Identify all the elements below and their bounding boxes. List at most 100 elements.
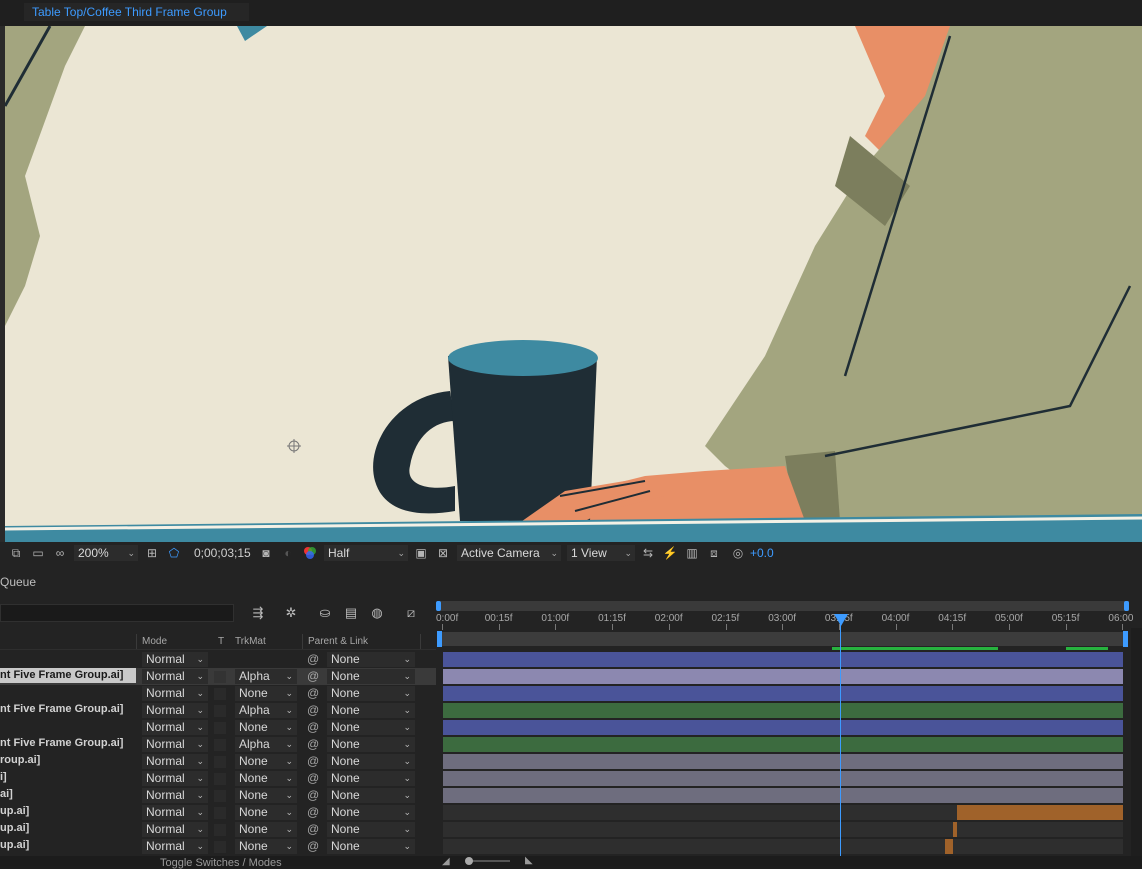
layer-row[interactable]: i] Normal ⌄ None ⌄ @ None ⌄ (0, 770, 436, 787)
frame-blending-icon[interactable]: ⛀ (316, 604, 334, 622)
layer-duration-bar[interactable] (443, 754, 1123, 769)
blend-mode-dropdown[interactable]: Normal ⌄ (142, 652, 208, 667)
preserve-transparency-checkbox[interactable] (214, 688, 226, 700)
draft-3d-icon[interactable]: ⇶ (249, 604, 267, 622)
blend-mode-dropdown[interactable]: Normal ⌄ (142, 669, 208, 684)
toggle-switches-modes-button[interactable]: Toggle Switches / Modes (160, 857, 282, 869)
preserve-transparency-checkbox[interactable] (214, 739, 226, 751)
blend-mode-dropdown[interactable]: Normal ⌄ (142, 839, 208, 854)
mask-visibility-icon[interactable]: ⬠ (166, 545, 182, 561)
vr-glasses-icon[interactable]: ∞ (52, 545, 68, 561)
layer-duration-bar[interactable] (443, 720, 1123, 735)
layer-duration-bar[interactable] (443, 703, 1123, 718)
layer-duration-bar[interactable] (443, 686, 1123, 701)
blend-mode-dropdown[interactable]: Normal ⌄ (142, 754, 208, 769)
layer-row[interactable]: Normal ⌄ None ⌄ @ None ⌄ (0, 685, 436, 702)
current-timecode[interactable]: 0;00;03;15 (194, 546, 251, 560)
preserve-transparency-checkbox[interactable] (214, 824, 226, 836)
blend-mode-dropdown[interactable]: Normal ⌄ (142, 805, 208, 820)
timeline-zoom-knob[interactable] (465, 857, 473, 865)
layer-row[interactable]: up.ai] Normal ⌄ None ⌄ @ None ⌄ (0, 838, 436, 855)
layer-name[interactable]: ai] (0, 788, 13, 800)
pick-whip-icon[interactable]: @ (307, 771, 319, 785)
preserve-transparency-checkbox[interactable] (214, 790, 226, 802)
shy-layers-icon[interactable]: ✲ (282, 604, 300, 622)
preserve-transparency-checkbox[interactable] (214, 756, 226, 768)
track-matte-dropdown[interactable]: None ⌄ (235, 839, 297, 854)
layer-duration-bar[interactable] (945, 839, 953, 854)
layer-search-input[interactable] (0, 604, 234, 622)
pick-whip-icon[interactable]: @ (307, 703, 319, 717)
parent-dropdown[interactable]: None ⌄ (327, 788, 415, 803)
time-navigator-end-handle[interactable] (1124, 601, 1129, 611)
layer-name[interactable]: up.ai] (0, 839, 29, 851)
current-time-indicator-line[interactable] (840, 618, 841, 858)
layer-duration-bar[interactable] (443, 669, 1123, 684)
parent-dropdown[interactable]: None ⌄ (327, 652, 415, 667)
layer-duration-bar[interactable] (443, 652, 1123, 667)
parent-dropdown[interactable]: None ⌄ (327, 839, 415, 854)
blend-mode-dropdown[interactable]: Normal ⌄ (142, 822, 208, 837)
reset-exposure-icon[interactable]: ⇆ (640, 545, 656, 561)
composition-viewer[interactable] (5, 26, 1142, 542)
time-navigator[interactable] (437, 601, 1129, 611)
track-matte-dropdown[interactable]: Alpha ⌄ (235, 703, 297, 718)
layer-row[interactable]: nt Five Frame Group.ai] Normal ⌄ Alpha ⌄ @ Non… (0, 702, 436, 719)
transparency-grid-icon[interactable]: ⊠ (435, 545, 451, 561)
timeline-scrollbar[interactable] (1131, 628, 1142, 866)
current-time-indicator-head[interactable] (834, 614, 848, 626)
track-matte-dropdown[interactable]: None ⌄ (235, 686, 297, 701)
pick-whip-icon[interactable]: @ (307, 754, 319, 768)
time-navigator-start-handle[interactable] (436, 601, 441, 611)
blend-mode-dropdown[interactable]: Normal ⌄ (142, 788, 208, 803)
layer-duration-bar[interactable] (953, 822, 957, 837)
trkmat-column-header[interactable]: TrkMat (235, 636, 266, 647)
track-matte-dropdown[interactable]: None ⌄ (235, 771, 297, 786)
parent-dropdown[interactable]: None ⌄ (327, 822, 415, 837)
timeline-zoom-slider[interactable] (470, 860, 510, 862)
monitor-icon[interactable]: ▭ (30, 545, 46, 561)
t-column-header[interactable]: T (218, 636, 224, 647)
work-area-bar[interactable] (440, 632, 1128, 646)
parent-dropdown[interactable]: None ⌄ (327, 686, 415, 701)
track-matte-dropdown[interactable]: None ⌄ (235, 822, 297, 837)
track-matte-dropdown[interactable]: None ⌄ (235, 720, 297, 735)
layer-row[interactable]: Normal ⌄ None ⌄ @ None ⌄ (0, 719, 436, 736)
zoom-out-icon[interactable]: ◢ (442, 856, 450, 867)
exposure-icon[interactable]: ◎ (730, 545, 746, 561)
layer-duration-bar[interactable] (443, 788, 1123, 803)
views-dropdown[interactable]: 1 View ⌄ (567, 545, 635, 561)
preserve-transparency-checkbox[interactable] (214, 705, 226, 717)
layer-duration-bar[interactable] (957, 805, 1123, 820)
resolution-dropdown[interactable]: Half ⌄ (324, 545, 408, 561)
layer-name[interactable]: up.ai] (0, 805, 29, 817)
preserve-transparency-checkbox[interactable] (214, 773, 226, 785)
pick-whip-icon[interactable]: @ (307, 788, 319, 802)
preserve-transparency-checkbox[interactable] (214, 841, 226, 853)
layer-row[interactable]: ai] Normal ⌄ None ⌄ @ None ⌄ (0, 787, 436, 804)
parent-column-header[interactable]: Parent & Link (308, 636, 368, 647)
comp-flowchart-icon[interactable]: ⧈ (706, 545, 722, 561)
track-matte-dropdown[interactable]: Alpha ⌄ (235, 669, 297, 684)
layer-duration-bar[interactable] (443, 771, 1123, 786)
graph-editor-toggle-icon[interactable]: ◍ (368, 604, 386, 622)
work-area-start-handle[interactable] (437, 631, 442, 647)
graph-editor-icon[interactable]: ⧄ (402, 604, 420, 622)
pick-whip-icon[interactable]: @ (307, 839, 319, 853)
zoom-in-icon[interactable]: ◣ (525, 855, 533, 866)
layer-row[interactable]: nt Five Frame Group.ai] Normal ⌄ Alpha ⌄ @ Non… (0, 668, 436, 685)
pick-whip-icon[interactable]: @ (307, 686, 319, 700)
layer-row[interactable]: up.ai] Normal ⌄ None ⌄ @ None ⌄ (0, 804, 436, 821)
always-preview-icon[interactable]: ⧉ (8, 545, 24, 561)
grid-guide-icon[interactable]: ⊞ (144, 545, 160, 561)
parent-dropdown[interactable]: None ⌄ (327, 737, 415, 752)
parent-dropdown[interactable]: None ⌄ (327, 703, 415, 718)
parent-dropdown[interactable]: None ⌄ (327, 720, 415, 735)
parent-dropdown[interactable]: None ⌄ (327, 805, 415, 820)
pick-whip-icon[interactable]: @ (307, 737, 319, 751)
layer-name[interactable]: nt Five Frame Group.ai] (0, 668, 136, 683)
pick-whip-icon[interactable]: @ (307, 822, 319, 836)
render-queue-tab[interactable]: Queue (0, 575, 36, 589)
pick-whip-icon[interactable]: @ (307, 720, 319, 734)
layer-name[interactable]: up.ai] (0, 822, 29, 834)
